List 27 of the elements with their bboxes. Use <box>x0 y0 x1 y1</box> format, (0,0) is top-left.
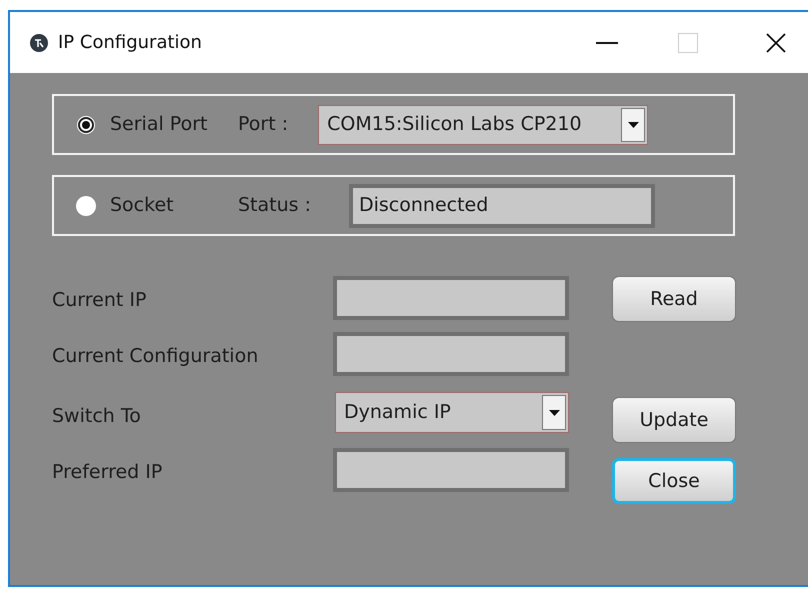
window-title: IP Configuration <box>58 31 202 55</box>
input-field[interactable] <box>333 448 569 492</box>
input-field[interactable] <box>333 332 569 376</box>
field-label: Switch To <box>52 404 142 429</box>
radio-button[interactable] <box>76 114 96 134</box>
caret-icon <box>628 122 639 128</box>
field-label: Port : <box>238 112 288 138</box>
input-field[interactable] <box>333 276 569 320</box>
field-label: Current Configuration <box>52 344 260 369</box>
radio-label[interactable]: Socket <box>110 191 238 220</box>
field-label: Current IP <box>52 288 148 313</box>
status-field: Disconnected <box>349 184 655 228</box>
dialog-button[interactable]: Close <box>612 458 736 504</box>
dialog-button[interactable]: Update <box>612 397 736 443</box>
app-logo-icon <box>30 34 48 52</box>
radio-button[interactable] <box>76 196 96 216</box>
dialog-button[interactable]: Read <box>612 276 736 322</box>
field-label: Status : <box>238 193 311 218</box>
close-icon[interactable] <box>766 32 786 52</box>
dropdown-arrow-button[interactable] <box>621 108 646 142</box>
radio-label[interactable]: Serial Port <box>110 110 238 139</box>
field-label: Preferred IP <box>52 460 164 485</box>
caret-icon <box>548 410 560 416</box>
port-dropdown[interactable]: COM15:Silicon Labs CP210 <box>318 104 648 144</box>
switch-dropdown[interactable]: Dynamic IP <box>335 392 569 433</box>
dropdown-arrow-button[interactable] <box>542 395 566 430</box>
minimize-icon[interactable] <box>596 42 618 44</box>
